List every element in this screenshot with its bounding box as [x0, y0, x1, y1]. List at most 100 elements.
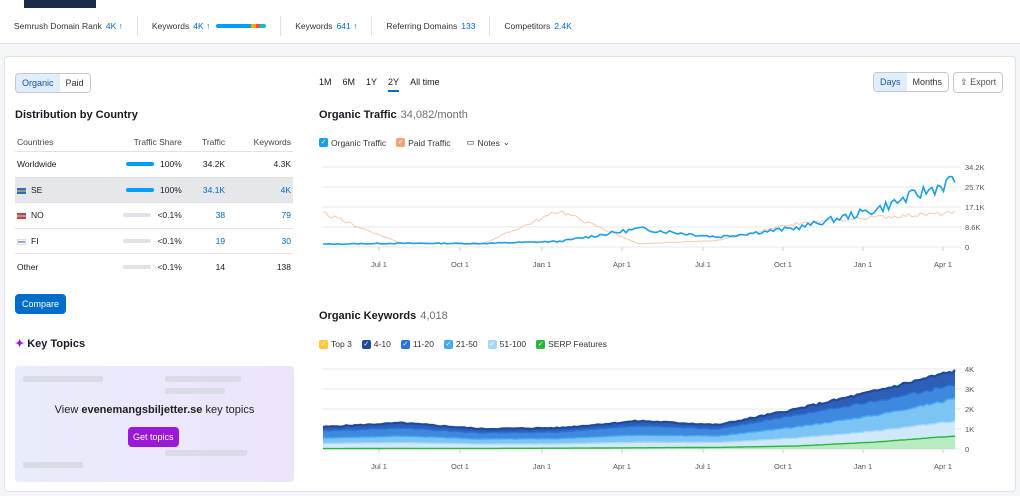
- x-tick-label: Apr 1: [613, 462, 631, 471]
- sweden-flag-icon: [17, 187, 26, 194]
- legend-serp-features[interactable]: ✓ SERP Features: [536, 339, 607, 349]
- legend-top3[interactable]: ✓ Top 3: [319, 339, 352, 349]
- y-tick-label: 3K: [965, 385, 974, 394]
- key-topics-title: ✦ Key Topics: [15, 338, 86, 350]
- header-strip: [24, 0, 96, 8]
- toggle-days[interactable]: Days: [874, 73, 908, 91]
- share-bar: [123, 213, 152, 218]
- topics-domain: evenemangsbiljetter.se: [81, 404, 203, 416]
- traffic-legend: ✓ Organic Traffic ✓ Paid Traffic ▭ Notes ⌄: [319, 137, 510, 148]
- notes-dropdown[interactable]: ▭ Notes ⌄: [467, 137, 510, 148]
- y-tick-label: 34.2K: [965, 163, 985, 172]
- x-tick-label: Jan 1: [533, 260, 551, 269]
- table-row[interactable]: FI <0.1% 19 30: [15, 228, 293, 254]
- x-tick-label: Jan 1: [854, 260, 872, 269]
- organic-traffic-chart[interactable]: 34.2K 25.7K 17.1K 8.6K 0 Jul 1 Oct 1 Jan 1 Apr 1…: [317, 161, 1007, 277]
- keywords-distribution-bar: [216, 24, 267, 28]
- tab-paid[interactable]: Paid: [59, 74, 90, 92]
- organic-keywords-chart[interactable]: 4K 3K 2K 1K 0 Jul 1 Oct 1 Jan 1 Apr 1 Jul 1 Oct 1 J…: [317, 363, 1007, 479]
- x-tick-label: Oct 1: [451, 260, 469, 269]
- legend-paid-traffic[interactable]: ✓ Paid Traffic: [396, 138, 451, 148]
- checkbox-icon: ✓: [319, 339, 328, 349]
- organic-keywords-title: Organic Keywords 4,018: [319, 310, 448, 322]
- y-tick-label: 0: [965, 243, 969, 252]
- share-bar: [126, 187, 155, 192]
- x-tick-label: Jul 1: [371, 260, 387, 269]
- checkbox-icon: ✓: [536, 339, 546, 349]
- x-tick-label: Apr 1: [613, 260, 631, 269]
- table-row[interactable]: SE 100% 34.1K 4K: [15, 177, 293, 203]
- col-keywords: Keywords: [227, 133, 293, 152]
- sparkle-icon: ✦: [15, 338, 25, 350]
- y-tick-label: 0: [965, 445, 969, 454]
- metric-competitors[interactable]: Competitors 2.4K: [490, 16, 585, 36]
- x-tick-label: Apr 1: [934, 260, 952, 269]
- share-bar: [123, 264, 152, 269]
- x-tick-label: Oct 1: [451, 462, 469, 471]
- keywords-legend: ✓ Top 3 ✓ 4-10 ✓ 11-20 ✓ 21-50 ✓ 51-100 ✓ SERP…: [319, 339, 607, 349]
- distribution-title: Distribution by Country: [15, 109, 138, 121]
- checkbox-icon: ✓: [361, 339, 371, 349]
- y-tick-label: 2K: [965, 405, 974, 414]
- export-icon: ⇪: [960, 77, 968, 87]
- x-tick-label: Jul 1: [695, 260, 711, 269]
- organic-paid-toggle: Organic Paid: [15, 73, 91, 93]
- metrics-bar: Semrush Domain Rank 4K ↑ Keywords 4K ↑ Key…: [0, 8, 586, 44]
- metric-referring-domains[interactable]: Referring Domains 133: [372, 16, 491, 36]
- legend-21-50[interactable]: ✓ 21-50: [443, 339, 478, 349]
- get-topics-button[interactable]: Get topics: [128, 427, 179, 447]
- checkbox-icon: ✓: [396, 138, 406, 147]
- col-countries: Countries: [15, 133, 85, 152]
- legend-11-20[interactable]: ✓ 11-20: [400, 339, 434, 349]
- period-all-time[interactable]: All time: [410, 77, 440, 92]
- tab-organic[interactable]: Organic: [15, 74, 61, 92]
- y-tick-label: 4K: [965, 365, 974, 374]
- key-topics-card: View evenemangsbiljetter.se key topics G…: [15, 366, 294, 482]
- metric-paid-keywords[interactable]: Keywords 641 ↑: [281, 16, 373, 36]
- period-6m[interactable]: 6M: [343, 77, 356, 92]
- x-tick-label: Jan 1: [854, 462, 872, 471]
- table-row[interactable]: NO <0.1% 38 79: [15, 202, 293, 229]
- period-selector: 1M 6M 1Y 2Y All time: [319, 77, 440, 92]
- legend-organic-traffic[interactable]: ✓ Organic Traffic: [319, 138, 386, 148]
- x-tick-label: Jul 1: [695, 462, 711, 471]
- x-tick-label: Jul 1: [371, 462, 387, 471]
- metric-keywords[interactable]: Keywords 4K ↑: [138, 16, 282, 36]
- y-tick-label: 17.1K: [965, 203, 985, 212]
- y-tick-label: 8.6K: [965, 223, 980, 232]
- legend-51-100[interactable]: ✓ 51-100: [487, 339, 526, 349]
- checkbox-icon: ✓: [487, 339, 497, 349]
- y-tick-label: 1K: [965, 425, 974, 434]
- checkbox-icon: ✓: [400, 339, 410, 349]
- notes-icon: ▭: [466, 137, 475, 147]
- days-months-toggle: Days Months: [873, 72, 950, 92]
- period-1y[interactable]: 1Y: [366, 77, 377, 92]
- share-bar: [123, 238, 152, 243]
- period-2y[interactable]: 2Y: [388, 77, 400, 92]
- share-bar: [126, 162, 155, 167]
- norway-flag-icon: [17, 213, 26, 219]
- x-tick-label: Apr 1: [934, 462, 952, 471]
- chevron-down-icon: ⌄: [502, 137, 510, 147]
- col-traffic: Traffic: [183, 133, 228, 152]
- x-tick-label: Jan 1: [533, 462, 551, 471]
- organic-traffic-title: Organic Traffic 34,082/month: [319, 109, 468, 121]
- table-row[interactable]: Other <0.1% 14 138: [15, 253, 293, 279]
- compare-button[interactable]: Compare: [15, 294, 67, 314]
- checkbox-icon: ✓: [443, 339, 453, 349]
- toggle-months[interactable]: Months: [906, 73, 949, 91]
- legend-4-10[interactable]: ✓ 4-10: [361, 339, 391, 349]
- x-tick-label: Oct 1: [774, 260, 792, 269]
- country-table: Countries Traffic Share Traffic Keywords…: [15, 133, 293, 279]
- finland-flag-icon: [17, 238, 26, 245]
- table-row[interactable]: Worldwide 100% 34.2K 4.3K: [15, 151, 293, 178]
- period-1m[interactable]: 1M: [319, 77, 332, 92]
- top-bar: Semrush Domain Rank 4K ↑ Keywords 4K ↑ Key…: [0, 0, 1020, 44]
- x-tick-label: Oct 1: [774, 462, 792, 471]
- export-button[interactable]: ⇪ Export: [953, 72, 1004, 93]
- metric-domain-rank[interactable]: Semrush Domain Rank 4K ↑: [0, 16, 138, 36]
- y-tick-label: 25.7K: [965, 183, 985, 192]
- col-traffic-share: Traffic Share: [84, 133, 184, 152]
- main-panel: Organic Paid Distribution by Country Cou…: [4, 56, 1016, 492]
- checkbox-icon: ✓: [319, 138, 328, 147]
